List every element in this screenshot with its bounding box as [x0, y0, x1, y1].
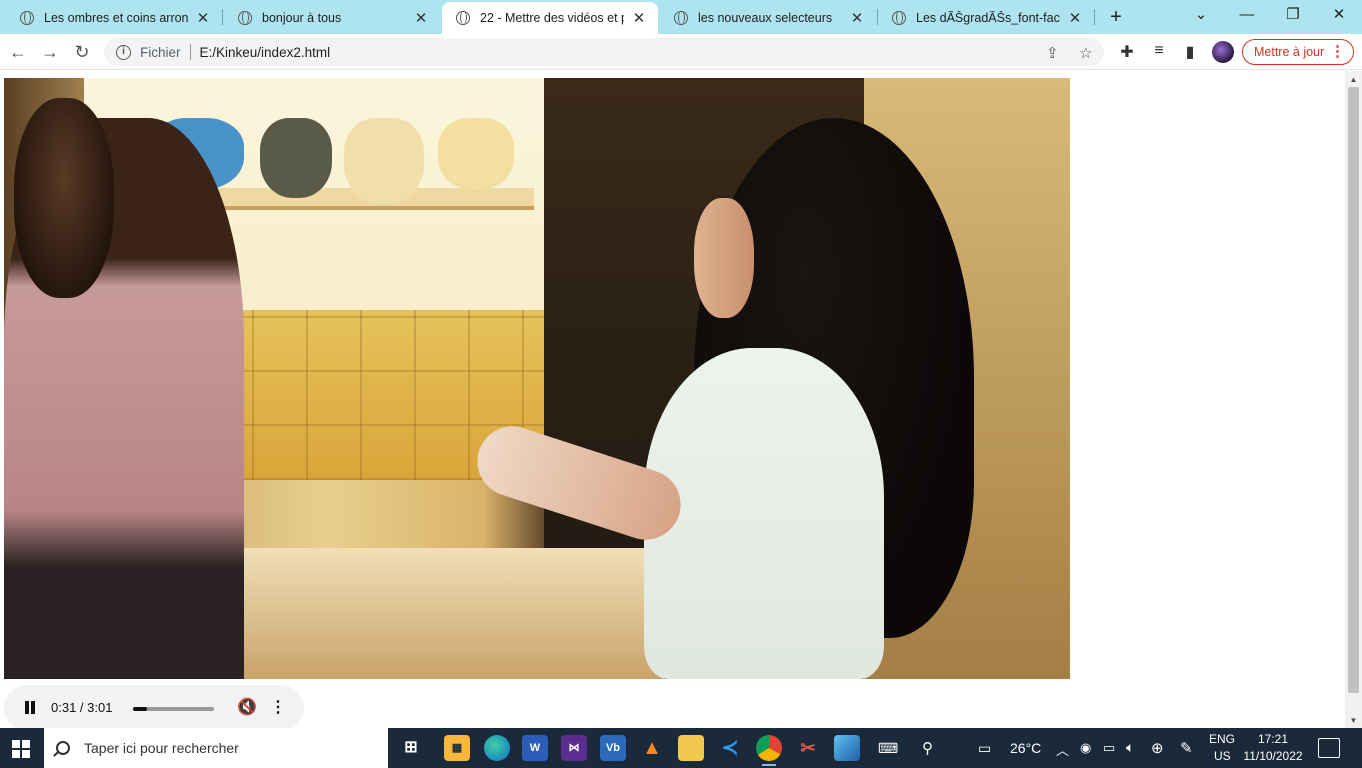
close-tab-icon[interactable]: ✕ [1066, 9, 1084, 27]
tab-title: Les dÃŠgradÃŠs_font-face [916, 11, 1060, 25]
page-scrollbar[interactable]: ▲ ▼ [1345, 71, 1362, 728]
new-tab-button[interactable]: + [1104, 5, 1128, 29]
address-url: E:/Kinkeu/index2.html [199, 44, 331, 60]
extensions-puzzle-icon[interactable]: ✚ [1116, 42, 1138, 62]
vscode-icon[interactable]: ≺ [717, 735, 743, 761]
reload-icon[interactable]: ↻ [69, 39, 95, 65]
taskbar-search[interactable]: Taper ici pour rechercher [44, 728, 388, 768]
globe-icon [674, 11, 688, 25]
side-panel-icon[interactable]: ▮ [1179, 42, 1201, 62]
clock-time: 17:21 [1257, 732, 1289, 746]
language-bottom[interactable]: US [1214, 749, 1231, 763]
video-frame-counter [204, 548, 664, 679]
page-viewport: 0:31 / 3:01 🔇 ⋮ ▲ ▼ [0, 71, 1362, 731]
kebab-menu-icon[interactable]: ⋮ [1330, 42, 1345, 62]
video-controls: 0:31 / 3:01 🔇 ⋮ [4, 685, 304, 731]
pause-icon[interactable] [20, 698, 40, 718]
tab-videos-active[interactable]: 22 - Mettre des vidéos et pis ✕ [442, 2, 658, 34]
tab-title: Les ombres et coins arrondis [44, 11, 188, 25]
video-progress-bar[interactable] [133, 707, 214, 711]
browser-toolbar: ← → ↻ i Fichier E:/Kinkeu/index2.html ⇪ … [0, 34, 1362, 70]
search-icon [56, 741, 70, 755]
tab-bonjour[interactable]: bonjour à tous ✕ [224, 2, 440, 34]
video-frame-woman-face [694, 198, 754, 318]
globe-icon [20, 11, 34, 25]
meet-now-icon[interactable]: ◉ [1080, 740, 1091, 756]
address-scheme: Fichier [140, 44, 181, 60]
video-frame-pitcher [260, 118, 332, 198]
video-player[interactable] [4, 78, 1070, 679]
muted-speaker-icon[interactable]: 🔇 [236, 697, 258, 719]
video-progress-fill [133, 707, 147, 711]
tab-title: 22 - Mettre des vidéos et pis [480, 11, 624, 25]
visual-studio-icon[interactable]: ⋈ [561, 735, 587, 761]
taskbar-clock[interactable]: 17:21 11/10/2022 [1240, 731, 1306, 765]
taskbar-search-placeholder: Taper ici pour rechercher [84, 740, 239, 756]
video-frame-woman-dress [644, 348, 884, 679]
vlc-icon[interactable]: ▲ [639, 735, 665, 761]
profile-avatar[interactable] [1212, 41, 1234, 63]
windows-taskbar: Taper ici pour rechercher ⊞ ▦ W ⋈ Vb ▲ ≺… [0, 728, 1362, 768]
share-icon[interactable]: ⇪ [1046, 44, 1059, 62]
tab-search-icon[interactable]: ⌄ [1178, 0, 1224, 30]
network-globe-icon[interactable]: ⊕ [1151, 739, 1164, 757]
info-icon[interactable]: i [116, 44, 131, 60]
word-icon[interactable]: W [522, 735, 548, 761]
video-more-options-icon[interactable]: ⋮ [269, 697, 287, 719]
update-button[interactable]: Mettre à jour ⋮ [1242, 39, 1354, 65]
tab-selecteurs[interactable]: les nouveaux selecteurs ✕ [660, 2, 876, 34]
tab-strip: Les ombres et coins arrondis ✕ bonjour à… [0, 0, 1362, 34]
snipping-tool-icon[interactable]: ✂ [795, 735, 821, 761]
chevron-up-icon[interactable]: ︿ [1056, 740, 1069, 759]
clock-date: 11/10/2022 [1243, 749, 1303, 763]
keyboard-icon[interactable]: ⌨ [878, 740, 898, 757]
scroll-down-arrow-icon[interactable]: ▼ [1345, 714, 1362, 728]
close-window-button[interactable]: ✕ [1316, 0, 1362, 30]
close-tab-icon[interactable]: ✕ [194, 9, 212, 27]
weather-icon[interactable]: ▭ [978, 740, 991, 757]
tab-divider [1094, 9, 1095, 25]
back-arrow-icon[interactable]: ← [5, 39, 31, 65]
tab-degrades[interactable]: Les dÃŠgradÃŠs_font-face ✕ [878, 2, 1094, 34]
file-explorer-icon[interactable] [678, 735, 704, 761]
task-view-icon[interactable]: ⊞ [398, 735, 424, 761]
close-tab-icon[interactable]: ✕ [630, 9, 648, 27]
people-icon[interactable]: ⚲ [922, 739, 933, 757]
globe-icon [892, 11, 906, 25]
update-button-label: Mettre à jour [1254, 45, 1325, 59]
windows-start-icon[interactable] [0, 728, 42, 768]
address-bar[interactable]: i Fichier E:/Kinkeu/index2.html [104, 38, 1104, 66]
tab-divider [222, 9, 223, 25]
weather-temperature[interactable]: 26°C [1010, 740, 1041, 756]
close-tab-icon[interactable]: ✕ [848, 9, 866, 27]
address-divider [189, 44, 191, 60]
forward-arrow-icon[interactable]: → [37, 39, 63, 65]
notification-icon[interactable] [1318, 738, 1340, 758]
globe-icon [456, 11, 470, 25]
pen-icon[interactable]: ✎ [1180, 739, 1193, 757]
globe-icon [238, 11, 252, 25]
scroll-up-arrow-icon[interactable]: ▲ [1345, 73, 1362, 87]
language-top[interactable]: ENG [1209, 732, 1235, 746]
video-frame-pitcher [344, 118, 424, 203]
minimize-button[interactable]: — [1224, 0, 1270, 30]
edge-icon[interactable] [484, 735, 510, 761]
photos-icon[interactable] [834, 735, 860, 761]
video-frame-pitcher [438, 118, 514, 190]
restore-button[interactable]: ❐ [1270, 0, 1316, 30]
tab-title: les nouveaux selecteurs [698, 11, 833, 25]
video-time: 0:31 / 3:01 [51, 700, 113, 715]
tab-ombres[interactable]: Les ombres et coins arrondis ✕ [6, 2, 222, 34]
tab-title: bonjour à tous [262, 11, 342, 25]
vb-app-icon[interactable]: Vb [600, 735, 626, 761]
battery-icon[interactable]: ▭ [1103, 740, 1115, 756]
speaker-icon[interactable]: 🔈︎ [1126, 739, 1134, 756]
bookmark-star-icon[interactable]: ☆ [1079, 44, 1092, 62]
chrome-icon[interactable] [756, 735, 782, 766]
scroll-thumb[interactable] [1348, 87, 1359, 693]
close-tab-icon[interactable]: ✕ [412, 9, 430, 27]
media-queue-icon[interactable]: ≡ [1148, 42, 1170, 60]
video-frame-man-head [14, 98, 114, 298]
microsoft-store-icon[interactable]: ▦ [444, 735, 470, 761]
